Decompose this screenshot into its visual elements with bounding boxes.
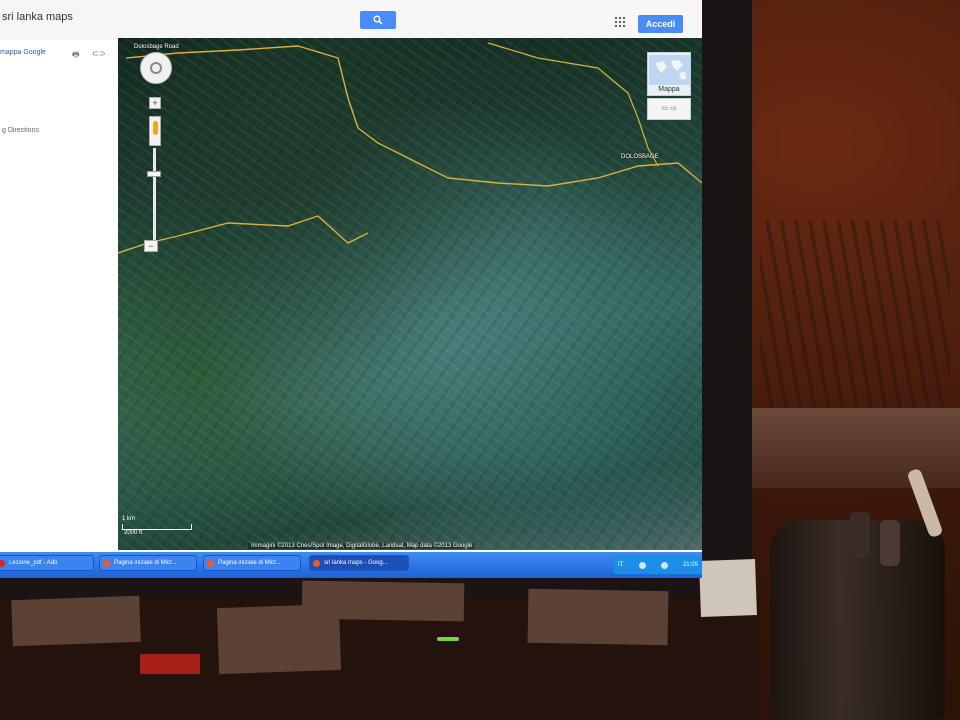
- sticky-note: [11, 595, 141, 647]
- directions-link[interactable]: g Directions: [2, 127, 39, 134]
- search-icon: [373, 15, 383, 25]
- road-path: [125, 45, 702, 187]
- clock[interactable]: 21:05: [683, 562, 698, 568]
- sticky-note: [699, 559, 757, 617]
- red-object: [140, 654, 200, 674]
- taskbar-button-label: sri lanka maps - Goog...: [324, 560, 388, 566]
- google-header: Accedi: [0, 0, 702, 41]
- map-place-label: DOLOSBAGE: [621, 154, 659, 160]
- sticky-note: [527, 588, 669, 646]
- print-icon[interactable]: 🖶: [72, 49, 80, 63]
- shelf-background: [752, 408, 960, 488]
- accedi-button[interactable]: Accedi: [638, 15, 683, 33]
- search-button[interactable]: [360, 11, 396, 29]
- link-icon[interactable]: ⊂⊃: [92, 49, 105, 58]
- language-indicator[interactable]: IT: [618, 562, 623, 568]
- pan-control[interactable]: [140, 52, 172, 84]
- taskbar-button-maps[interactable]: sri lanka maps - Goog...: [309, 555, 409, 571]
- firefox-icon: [103, 560, 110, 567]
- marker-decor: [850, 512, 870, 558]
- map-attribution: Immagini ©2013 Cnes/Spot Image, DigitalG…: [248, 543, 476, 549]
- taskbar-button-browser[interactable]: Pagina iniziale di Micr...: [99, 555, 197, 571]
- firefox-icon: [207, 560, 214, 567]
- volume-icon[interactable]: [660, 561, 668, 569]
- taskbar-button-pdf[interactable]: Lezione_pdf - Ado: [0, 555, 94, 571]
- search-input[interactable]: [0, 6, 356, 28]
- left-panel: mappa Google 🖶 ⊂⊃ g Directions: [0, 40, 128, 550]
- street-view-pegman[interactable]: [149, 116, 161, 146]
- screen: Accedi mappa Google 🖶 ⊂⊃ g Directions Do…: [0, 0, 702, 578]
- scale-ft: 2000 ft: [124, 530, 143, 536]
- pegman-icon: [153, 121, 158, 135]
- map-type-label: Mappa: [658, 86, 680, 93]
- firefox-icon: [313, 560, 320, 567]
- system-tray: IT 21:05: [614, 556, 702, 574]
- zoom-slider-thumb[interactable]: [147, 171, 161, 177]
- apps-grid-icon[interactable]: [614, 16, 626, 28]
- taskbar-button-label: Pagina iniziale di Micr...: [114, 560, 177, 566]
- globe-map-icon: [649, 55, 691, 85]
- marker-decor: [880, 520, 900, 566]
- scale-km: 1 km: [122, 516, 136, 522]
- maps-link[interactable]: mappa Google: [0, 49, 46, 56]
- brushes-background: [760, 220, 950, 410]
- windows-taskbar: Lezione_pdf - Ado Pagina iniziale di Mic…: [0, 552, 702, 578]
- pdf-icon: [0, 560, 5, 567]
- road-path: [487, 42, 659, 167]
- map-roads: [118, 42, 702, 254]
- zoom-slider-track[interactable]: [153, 148, 156, 244]
- power-led: [437, 637, 459, 641]
- zoom-out-button[interactable]: −: [144, 240, 158, 252]
- layers-button[interactable]: ▭ ▭: [647, 98, 691, 120]
- map-place-label: Dolosbage Road: [134, 44, 179, 50]
- taskbar-button-label: Lezione_pdf - Ado: [9, 560, 58, 566]
- taskbar-button-label: Pagina iniziale di Micr...: [218, 560, 281, 566]
- satellite-map[interactable]: Dolosbage Road DOLOSBAGE + − Mappa ▭ ▭ 1…: [118, 38, 702, 550]
- network-icon[interactable]: [638, 561, 646, 569]
- map-type-toggle[interactable]: Mappa: [647, 52, 691, 96]
- zoom-in-button[interactable]: +: [149, 97, 161, 109]
- sticky-note: [301, 580, 465, 622]
- taskbar-button-browser[interactable]: Pagina iniziale di Micr...: [203, 555, 301, 571]
- map-scale: 1 km 2000 ft: [122, 516, 192, 536]
